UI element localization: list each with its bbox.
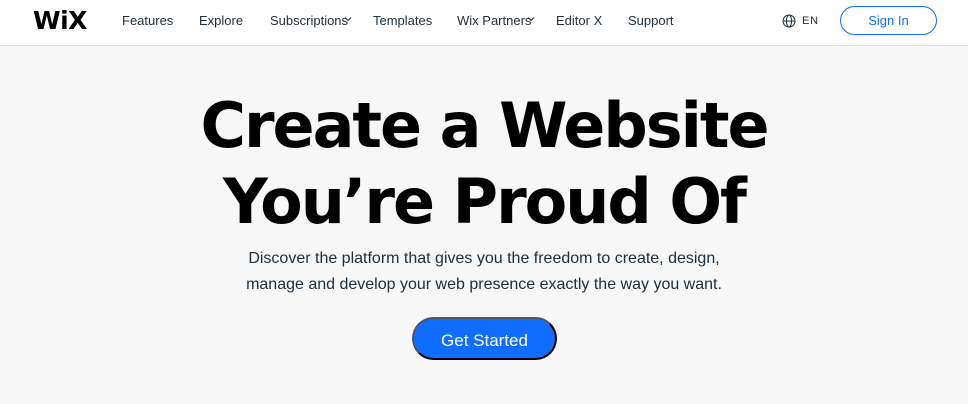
globe-icon: [782, 14, 796, 28]
chevron-down-icon: [344, 17, 352, 22]
nav-item-wix-partners[interactable]: Wix Partners: [457, 13, 531, 29]
hero-title-line: You’re Proud Of: [222, 165, 747, 238]
nav-item-templates[interactable]: Templates: [373, 13, 432, 29]
nav-item-editor-x[interactable]: Editor X: [556, 13, 602, 29]
hero-subtitle-line: manage and develop your web presence exa…: [246, 276, 722, 293]
hero-title: Create a Website You’re Proud Of: [0, 88, 968, 240]
hero-subtitle: Discover the platform that gives you the…: [0, 246, 968, 298]
nav-item-features[interactable]: Features: [122, 13, 173, 29]
hero-title-line: Create a Website: [200, 89, 769, 162]
hero-subtitle-line: Discover the platform that gives you the…: [248, 250, 720, 267]
top-navigation-bar: WiX Features Explore Subscriptions Templ…: [0, 0, 968, 46]
get-started-button[interactable]: Get Started: [412, 317, 557, 360]
chevron-down-icon: [527, 17, 535, 22]
language-selector[interactable]: EN: [782, 12, 819, 30]
wix-logo[interactable]: WiX: [33, 8, 87, 34]
nav-item-support[interactable]: Support: [628, 13, 674, 29]
language-label: EN: [802, 15, 819, 27]
sign-in-button[interactable]: Sign In: [840, 6, 937, 35]
nav-item-subscriptions[interactable]: Subscriptions: [270, 13, 348, 29]
nav-item-explore[interactable]: Explore: [199, 13, 243, 29]
